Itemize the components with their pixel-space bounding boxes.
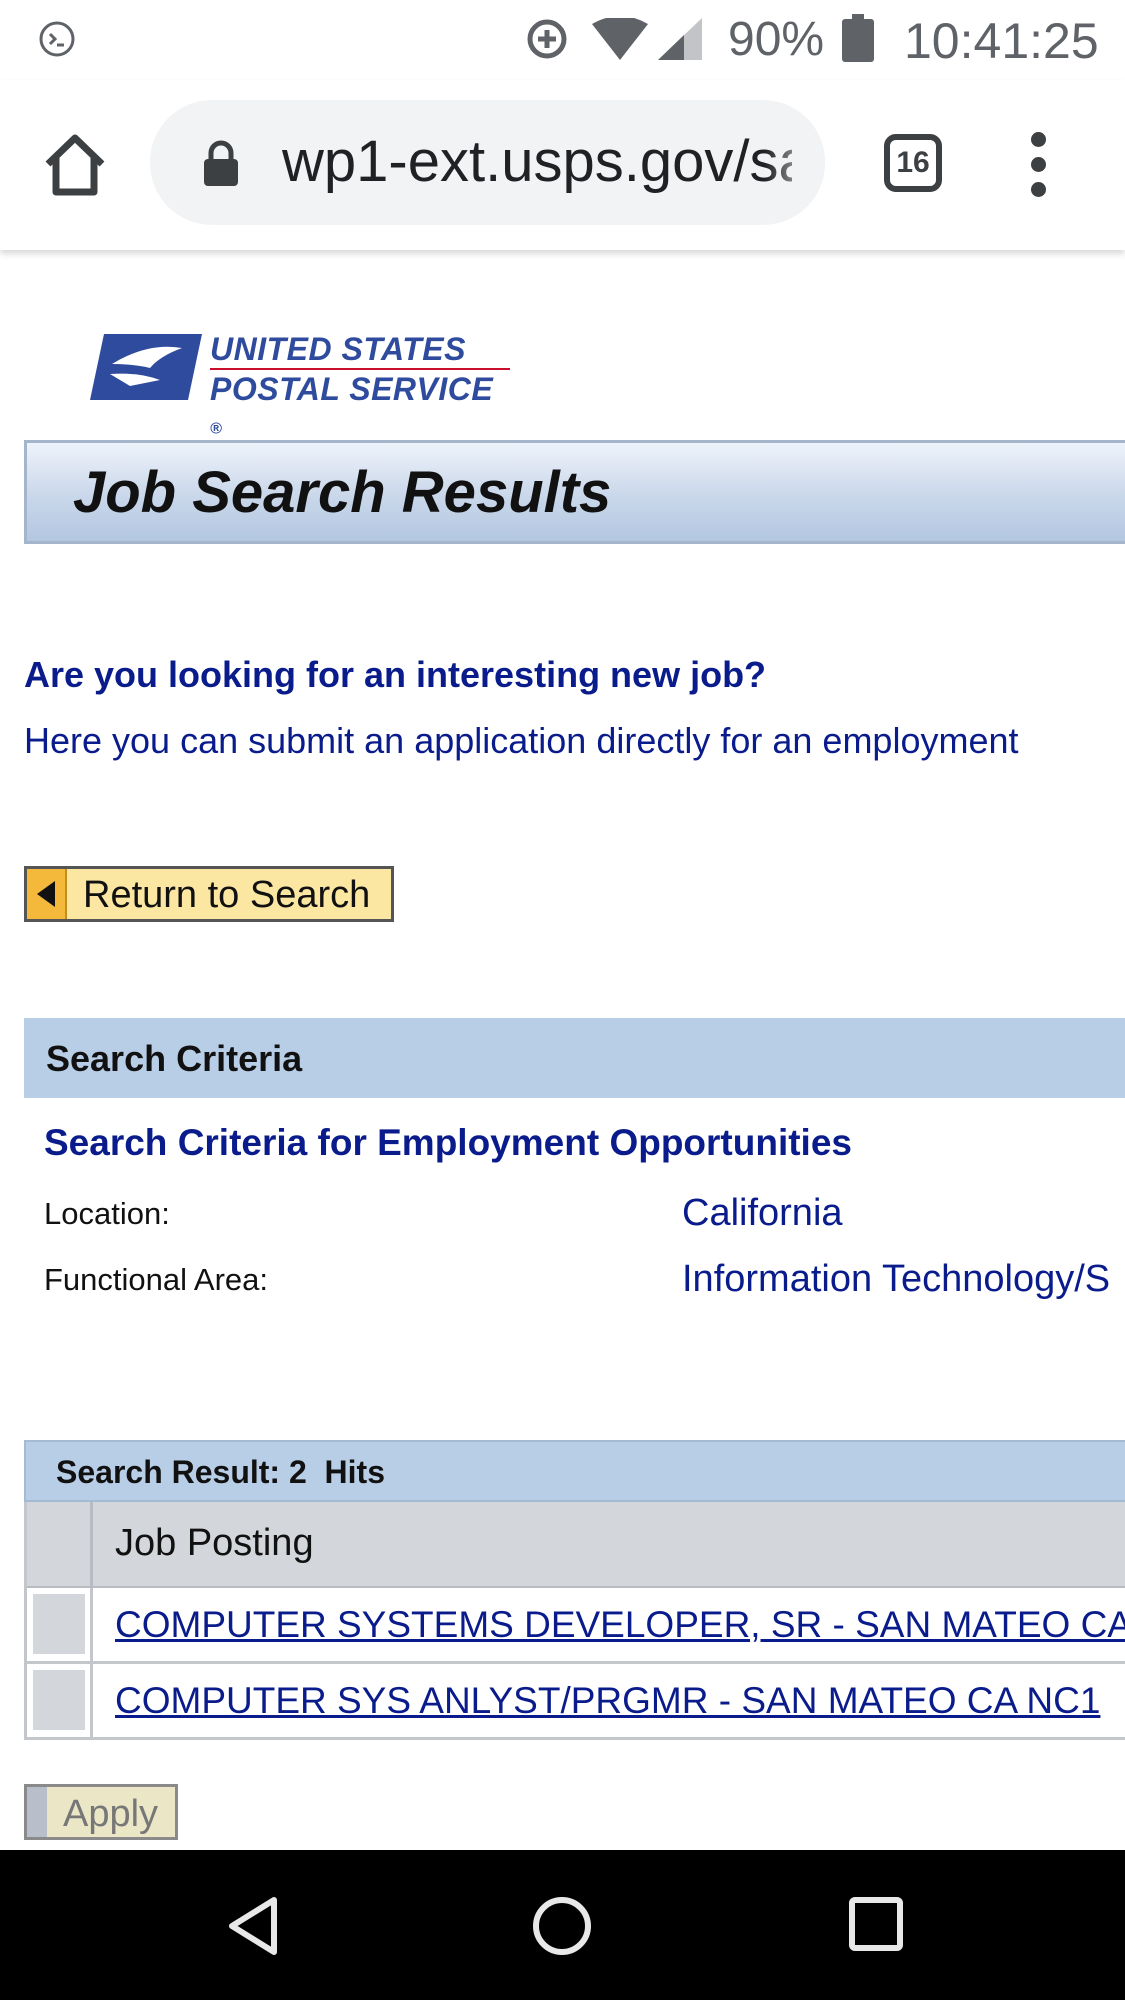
signal-icon xyxy=(658,18,702,60)
url-fade xyxy=(765,100,825,225)
page-title-bar: Job Search Results xyxy=(24,440,1125,544)
return-to-search-button[interactable]: Return to Search xyxy=(24,866,394,922)
row-selector-cell[interactable] xyxy=(27,1664,93,1737)
battery-icon xyxy=(842,14,874,62)
usps-eagle-icon xyxy=(90,334,202,400)
url-text[interactable]: wp1-ext.usps.gov/sap xyxy=(282,128,792,195)
job-posting-link[interactable]: COMPUTER SYS ANLYST/PRGMR - SAN MATEO CA… xyxy=(115,1680,1100,1722)
location-value: California xyxy=(682,1192,843,1234)
table-header-row: Job Posting xyxy=(27,1502,1125,1588)
lock-icon xyxy=(204,140,238,186)
functional-area-value: Information Technology/S xyxy=(682,1258,1111,1300)
apply-button[interactable]: Apply xyxy=(24,1784,178,1840)
logo-line2: POSTAL SERVICE xyxy=(210,371,494,407)
row-selector-cell[interactable] xyxy=(27,1588,93,1661)
intro-text: Here you can submit an application direc… xyxy=(24,720,1019,761)
recents-icon[interactable] xyxy=(848,1896,904,1952)
apply-button-edge xyxy=(27,1787,47,1837)
column-header-job-posting[interactable]: Job Posting xyxy=(115,1522,314,1565)
apply-button-label: Apply xyxy=(63,1793,159,1835)
back-icon[interactable] xyxy=(222,1894,286,1958)
battery-percent: 90% xyxy=(728,13,825,66)
usps-wordmark: UNITED STATES POSTAL SERVICE ® xyxy=(210,330,510,449)
location-label: Location: xyxy=(44,1196,170,1231)
system-navigation-bar xyxy=(0,1850,1125,2000)
return-to-search-label: Return to Search xyxy=(83,874,371,916)
overflow-menu-icon[interactable] xyxy=(1028,132,1048,198)
wifi-icon xyxy=(592,18,648,60)
status-bar: 90% 10:41:25 xyxy=(0,0,1125,80)
functional-area-label: Functional Area: xyxy=(44,1262,269,1297)
search-criteria-header-text: Search Criteria xyxy=(46,1038,303,1079)
search-result-count: Search Result: 2 Hits xyxy=(56,1454,385,1490)
clock: 10:41:25 xyxy=(904,13,1099,69)
row-selector[interactable] xyxy=(31,1668,87,1732)
address-bar[interactable]: wp1-ext.usps.gov/sap xyxy=(150,100,825,225)
search-criteria-subtitle: Search Criteria for Employment Opportuni… xyxy=(44,1122,852,1163)
home-icon[interactable] xyxy=(40,130,110,200)
table-row: COMPUTER SYS ANLYST/PRGMR - SAN MATEO CA… xyxy=(27,1664,1125,1740)
back-arrow-icon xyxy=(27,869,67,919)
tab-switcher-button[interactable]: 16 xyxy=(884,134,942,192)
browser-toolbar: wp1-ext.usps.gov/sap 16 xyxy=(0,80,1125,250)
web-page: UNITED STATES POSTAL SERVICE ® Job Searc… xyxy=(0,250,1125,1850)
select-all-cell[interactable] xyxy=(27,1502,93,1586)
job-posting-link[interactable]: COMPUTER SYSTEMS DEVELOPER, SR - SAN MAT… xyxy=(115,1604,1125,1646)
usps-logo: UNITED STATES POSTAL SERVICE ® xyxy=(90,330,510,438)
search-criteria-header: Search Criteria xyxy=(24,1018,1125,1098)
terminal-icon xyxy=(39,21,75,57)
intro-heading: Are you looking for an interesting new j… xyxy=(24,654,767,695)
logo-line1: UNITED STATES xyxy=(210,330,510,370)
job-posting-table: Job Posting COMPUTER SYSTEMS DEVELOPER, … xyxy=(24,1502,1125,1740)
logo-registered: ® xyxy=(210,420,223,438)
table-row: COMPUTER SYSTEMS DEVELOPER, SR - SAN MAT… xyxy=(27,1588,1125,1664)
row-selector[interactable] xyxy=(31,1592,87,1656)
data-saver-icon xyxy=(527,19,567,59)
page-title: Job Search Results xyxy=(73,460,612,525)
home-circle-icon[interactable] xyxy=(530,1894,594,1958)
search-result-header: Search Result: 2 Hits xyxy=(24,1440,1125,1502)
